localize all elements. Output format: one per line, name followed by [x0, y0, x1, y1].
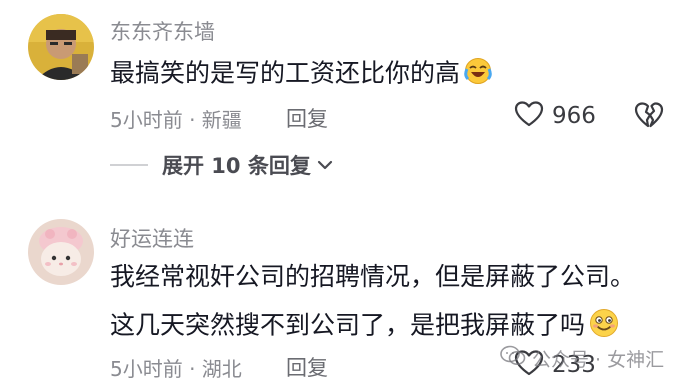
username[interactable]: 好运连连 — [110, 223, 194, 253]
time-location: 5小时前 · 新疆 — [110, 108, 242, 132]
avatar[interactable] — [28, 219, 94, 285]
divider — [110, 164, 148, 166]
time-location: 5小时前 · 湖北 — [110, 357, 242, 381]
heart-outline-icon — [514, 100, 544, 132]
laughing-crying-emoji-icon — [464, 57, 492, 92]
username[interactable]: 东东齐东墙 — [110, 16, 215, 46]
reply-button[interactable]: 回复 — [286, 352, 328, 382]
reply-button[interactable]: 回复 — [286, 103, 328, 133]
comment-text: 我经常视奸公司的招聘情况，但是屏蔽了公司。 — [110, 262, 636, 291]
expand-replies-button[interactable]: 展开 10 条回复 — [110, 150, 333, 180]
avatar[interactable] — [28, 14, 94, 80]
like-button[interactable]: 966 — [514, 100, 596, 132]
dislike-button[interactable] — [634, 101, 664, 133]
broken-heart-icon — [634, 102, 664, 133]
expand-replies-label: 展开 10 条回复 — [162, 154, 311, 178]
smiling-emoji-icon — [589, 308, 619, 345]
comment-text-line: 最搞笑的是写的工资还比你的高 — [110, 57, 492, 92]
comment-text-line: 这几天突然搜不到公司了，是把我屏蔽了吗 — [110, 308, 619, 345]
watermark-text: 公众号 · 女神汇 — [532, 349, 665, 371]
comment-text-line: 我经常视奸公司的招聘情况，但是屏蔽了公司。 — [110, 262, 635, 292]
comment-text: 这几天突然搜不到公司了，是把我屏蔽了吗 — [110, 310, 586, 340]
like-count: 966 — [552, 103, 596, 129]
comment-item: 东东齐东墙 最搞笑的是写的工资还比你的高 5小时前 · 新疆 回复 966 展开… — [0, 0, 690, 190]
wechat-logo-icon — [500, 345, 526, 372]
comment-text: 最搞笑的是写的工资还比你的高 — [110, 58, 461, 88]
watermark: 公众号 · 女神汇 — [500, 345, 664, 372]
chevron-down-icon — [317, 156, 333, 175]
